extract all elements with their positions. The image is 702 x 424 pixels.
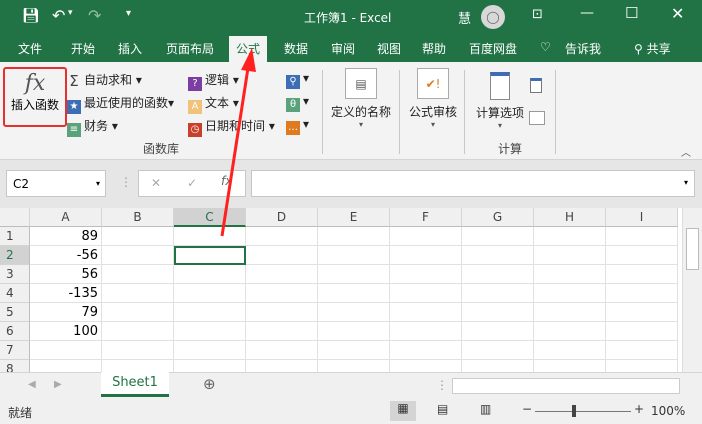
annotation-arrow bbox=[220, 48, 256, 237]
